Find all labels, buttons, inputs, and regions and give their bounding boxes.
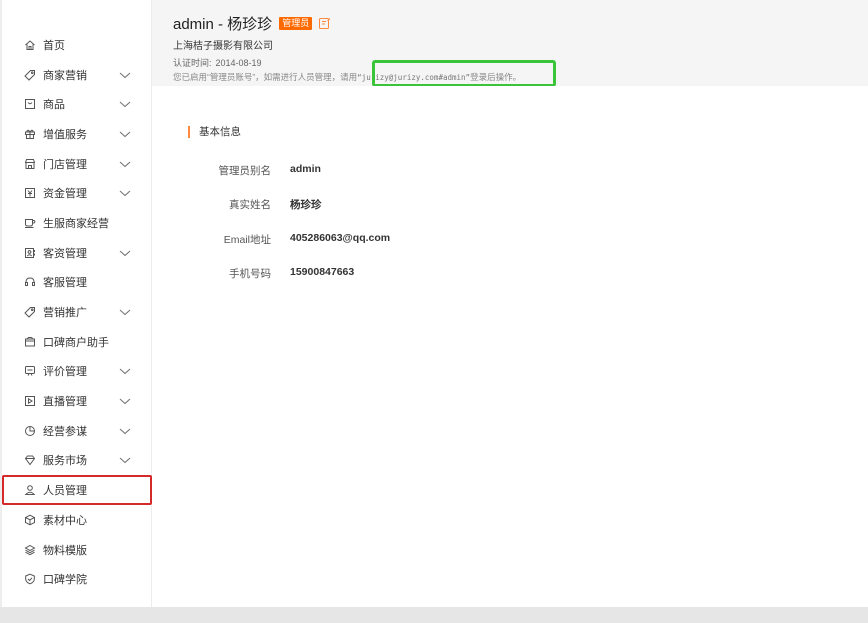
section-title: 基本信息 <box>188 126 241 138</box>
sidebar-item-merchant-assistant[interactable]: 口碑商户助手 <box>2 327 152 357</box>
app-window: 首页 商家营销 商品 增值服务 门店管理 资金管理 生服商家经营 客资管理 客服… <box>0 0 868 623</box>
cup-icon <box>24 217 36 229</box>
field-label: 管理员别名 <box>218 165 272 177</box>
sidebar-item-store-management[interactable]: 门店管理 <box>2 149 152 179</box>
field-value: admin <box>290 163 321 175</box>
chevron-down-icon[interactable] <box>118 366 132 376</box>
home-icon <box>24 39 36 51</box>
main-content: 基本信息 管理员别名 admin 真实姓名 杨珍珍 Email地址 405286… <box>152 86 868 607</box>
chevron-down-icon[interactable] <box>118 248 132 258</box>
sidebar-item-label: 人员管理 <box>43 485 87 498</box>
sidebar-item-business-advisor[interactable]: 经营参谋 <box>2 416 152 446</box>
wallet-icon <box>24 336 36 348</box>
field-email: Email地址 405286063@qq.com <box>152 232 868 248</box>
account-header: admin - 杨珍珍 管理员 上海桔子摄影有限公司 认证时间: 2014-08-… <box>152 0 868 87</box>
sidebar-item-value-added[interactable]: 增值服务 <box>2 119 152 149</box>
edit-icon[interactable] <box>318 17 331 30</box>
role-badge: 管理员 <box>279 17 313 30</box>
sidebar-item-material-center[interactable]: 素材中心 <box>2 505 152 535</box>
sidebar-item-label: 营销推广 <box>43 307 87 320</box>
pie-chart-icon <box>24 425 36 437</box>
sidebar-item-label: 客服管理 <box>43 277 87 290</box>
chevron-down-icon[interactable] <box>118 70 132 80</box>
tag-icon <box>24 306 36 318</box>
bottom-bar <box>0 607 868 623</box>
chevron-down-icon[interactable] <box>118 159 132 169</box>
sidebar-item-label: 门店管理 <box>43 158 87 171</box>
sidebar-item-review-management[interactable]: 评价管理 <box>2 357 152 387</box>
field-value: 杨珍珍 <box>290 199 322 211</box>
sidebar-item-products[interactable]: 商品 <box>2 89 152 119</box>
sidebar-item-koubei-academy[interactable]: 口碑学院 <box>2 564 152 594</box>
sidebar-item-life-service[interactable]: 生服商家经营 <box>2 208 152 238</box>
sidebar-item-service-market[interactable]: 服务市场 <box>2 446 152 476</box>
chevron-down-icon[interactable] <box>118 455 132 465</box>
box-icon <box>24 98 36 110</box>
sidebar-item-marketing-promotion[interactable]: 营销推广 <box>2 297 152 327</box>
notice-account: “jurizy@jurizy.com#admin” <box>357 73 471 82</box>
sidebar-item-label: 经营参谋 <box>43 425 87 438</box>
sidebar-item-label: 商家营销 <box>43 69 87 82</box>
sidebar-item-label: 客资管理 <box>43 247 87 260</box>
sidebar-item-label: 商品 <box>43 99 65 112</box>
field-label: 真实姓名 <box>229 199 271 211</box>
chevron-down-icon[interactable] <box>118 188 132 198</box>
cube-icon <box>24 514 36 526</box>
sidebar-item-customer-service[interactable]: 客服管理 <box>2 268 152 298</box>
sidebar-item-merchant-marketing[interactable]: 商家营销 <box>2 60 152 90</box>
chevron-down-icon[interactable] <box>118 396 132 406</box>
sidebar-item-label: 服务市场 <box>43 455 87 468</box>
sidebar-item-label: 口碑学院 <box>43 574 87 587</box>
notice-suffix: 登录后操作。 <box>470 72 522 82</box>
gift-icon <box>24 128 36 140</box>
tag-icon <box>24 69 36 81</box>
user-icon <box>24 484 36 496</box>
page-title: admin - 杨珍珍 <box>173 16 273 33</box>
sidebar-item-live-management[interactable]: 直播管理 <box>2 386 152 416</box>
diamond-icon <box>24 454 36 466</box>
sidebar-item-label: 首页 <box>43 39 65 52</box>
money-icon <box>24 187 36 199</box>
sidebar-item-label: 素材中心 <box>43 514 87 527</box>
admin-account-notice: 您已启用“管理员账号”，如需进行人员管理，请用“jurizy@jurizy.co… <box>173 71 521 83</box>
field-value: 405286063@qq.com <box>290 232 391 244</box>
shield-icon <box>24 573 36 585</box>
sidebar-item-label: 直播管理 <box>43 396 87 409</box>
chevron-down-icon[interactable] <box>118 99 132 109</box>
page-title-row: admin - 杨珍珍 管理员 <box>173 13 331 34</box>
cert-label: 认证时间: <box>173 58 212 68</box>
company-name: 上海桔子摄影有限公司 <box>173 41 273 52</box>
headset-icon <box>24 276 36 288</box>
sidebar-item-label: 评价管理 <box>43 366 87 379</box>
field-real-name: 真实姓名 杨珍珍 <box>152 197 868 213</box>
sidebar-item-material-templates[interactable]: 物料模版 <box>2 535 152 565</box>
sidebar-item-customer-resources[interactable]: 客资管理 <box>2 238 152 268</box>
certification-time: 认证时间: 2014-08-19 <box>173 56 266 69</box>
sidebar-item-label: 口碑商户助手 <box>43 336 109 349</box>
field-label: Email地址 <box>223 234 271 246</box>
sidebar-item-label: 物料模版 <box>43 544 87 557</box>
sidebar-item-label: 生服商家经营 <box>43 217 109 230</box>
play-icon <box>24 395 36 407</box>
chevron-down-icon[interactable] <box>118 129 132 139</box>
cert-date: 2014-08-19 <box>215 58 262 68</box>
field-phone: 手机号码 15900847663 <box>152 266 868 282</box>
sidebar-item-label: 增值服务 <box>43 128 87 141</box>
sidebar-nav: 首页 商家营销 商品 增值服务 门店管理 资金管理 生服商家经营 客资管理 客服… <box>2 30 152 594</box>
notice-prefix: 您已启用“管理员账号”，如需进行人员管理，请用 <box>173 72 358 82</box>
sidebar-item-staff-management[interactable]: 人员管理 <box>2 475 152 505</box>
sidebar-item-home[interactable]: 首页 <box>2 30 152 60</box>
sidebar: 首页 商家营销 商品 增值服务 门店管理 资金管理 生服商家经营 客资管理 客服… <box>2 0 152 607</box>
field-admin-alias: 管理员别名 admin <box>152 163 868 179</box>
store-icon <box>24 158 36 170</box>
sidebar-item-funds-management[interactable]: 资金管理 <box>2 178 152 208</box>
chevron-down-icon[interactable] <box>118 426 132 436</box>
field-label: 手机号码 <box>229 268 271 280</box>
chevron-down-icon[interactable] <box>118 307 132 317</box>
field-value: 15900847663 <box>290 266 355 278</box>
layers-icon <box>24 544 36 556</box>
comment-icon <box>24 365 36 377</box>
sidebar-item-label: 资金管理 <box>43 188 87 201</box>
contacts-icon <box>24 247 36 259</box>
